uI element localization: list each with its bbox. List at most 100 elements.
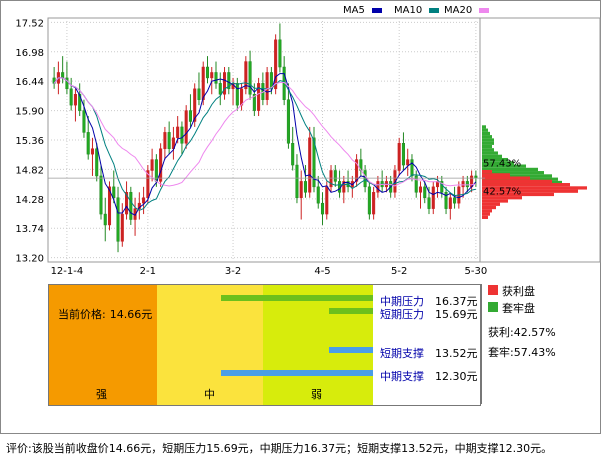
candle-body [406,159,410,166]
profit-band [482,202,500,206]
x-axis: 12-1-4 2-1 3-2 4-5 5-2 5-30 [51,266,488,277]
candle-body [244,61,248,90]
candle-body [308,137,312,193]
candle-body [453,197,457,204]
candle-body [116,197,120,242]
profit-band [482,173,510,177]
distribution-area [479,17,601,263]
short-pressure-label: 短期压力 [380,308,424,321]
locked-band [482,138,494,142]
profit-percent-label: 42.57% [483,186,521,197]
candle-body [248,61,252,95]
locked-band [482,135,492,139]
candle-body [295,164,299,198]
candle-body [86,132,90,155]
profit-band [482,215,488,219]
candle-body [278,39,282,68]
candle-body [316,186,320,204]
candle-body [320,202,325,215]
candle-body [205,66,210,79]
y-tick-label: 14.28 [15,195,44,206]
candle-body [69,88,73,106]
candle-body [184,110,188,144]
candles [52,23,478,253]
x-tick-label: 4-5 [314,266,330,277]
x-tick-label: 5-30 [465,266,488,277]
candle-body [142,197,146,204]
mid-pressure-bar [221,295,373,301]
candle-body [431,186,435,209]
profit-percent: 获利:42.57% [488,326,556,339]
profit-band [482,176,530,180]
x-tick-label: 3-2 [225,266,241,277]
short-pressure-value: 15.69元 [435,308,478,321]
locked-legend-swatch [488,302,498,312]
moving-averages [53,73,477,216]
candle-body [240,88,244,106]
y-axis: 17.52 16.98 16.44 15.90 15.36 14.82 14.28 13.74… [15,18,44,264]
profit-band [482,212,490,216]
candle-body [427,197,431,209]
candle-body [176,126,180,139]
grid [47,17,601,263]
candle-body [82,110,86,133]
locked-band [482,125,486,129]
y-tick-label: 15.36 [15,136,44,147]
candle-body [397,143,401,171]
evaluation-text: 评价:该股当前收盘价14.66元，短期压力15.69元，中期压力16.37元；短… [6,442,553,455]
profit-legend-swatch [488,285,498,295]
zone-mid-label: 中 [204,388,215,401]
y-tick-label: 16.98 [15,48,44,59]
x-tick-label: 12-1-4 [51,266,84,277]
profit-band [482,179,552,184]
profit-legend-label: 获利盘 [502,285,535,298]
y-tick-label: 16.44 [15,77,44,88]
candle-body [235,83,239,106]
short-support-value: 13.52元 [435,347,478,360]
candle-body [180,126,184,144]
y-tick-label: 13.74 [15,224,44,235]
panel-separator [481,284,482,404]
current-price-label: 当前价格 [58,308,102,321]
candle-body [99,175,103,215]
candle-body [299,181,303,198]
candle-body [163,132,167,149]
candle-body [265,72,269,100]
candle-body [150,159,154,171]
candle-body [188,110,192,122]
candle-body [95,148,99,177]
cost-distribution: 57.43% 42.57% [48,125,587,219]
locked-band [482,131,490,136]
candle-body [112,186,116,198]
locked-band [482,144,492,149]
candle-body [465,181,469,188]
candle-body [303,181,307,193]
candle-body [291,143,295,166]
locked-band [482,151,498,155]
candle-body [376,181,380,193]
current-price-value: 14.66元 [109,308,153,321]
candle-body [103,213,107,226]
candle-body [167,132,171,149]
mid-support-value: 12.30元 [435,370,478,383]
profit-band [482,169,492,174]
candle-body [159,148,163,182]
current-price-text: 当前价格: 14.66元 [58,308,153,321]
candle-body [201,66,205,100]
candle-body [367,186,371,215]
short-pressure-bar [329,308,373,314]
candle-body [210,72,214,79]
candle-body [448,197,452,209]
candle-body [120,213,124,242]
candle-body [274,39,278,90]
locked-band [482,128,488,132]
locked-legend-label: 套牢盘 [502,302,535,315]
candle-body [197,88,201,100]
locked-percent: 套牢:57.43% [488,346,556,359]
y-tick-label: 15.90 [15,107,44,118]
candle-body [461,181,465,188]
x-tick-label: 2-1 [140,266,156,277]
y-tick-label: 13.20 [15,254,44,265]
mid-support-bar [221,370,373,376]
candle-body [129,192,133,220]
